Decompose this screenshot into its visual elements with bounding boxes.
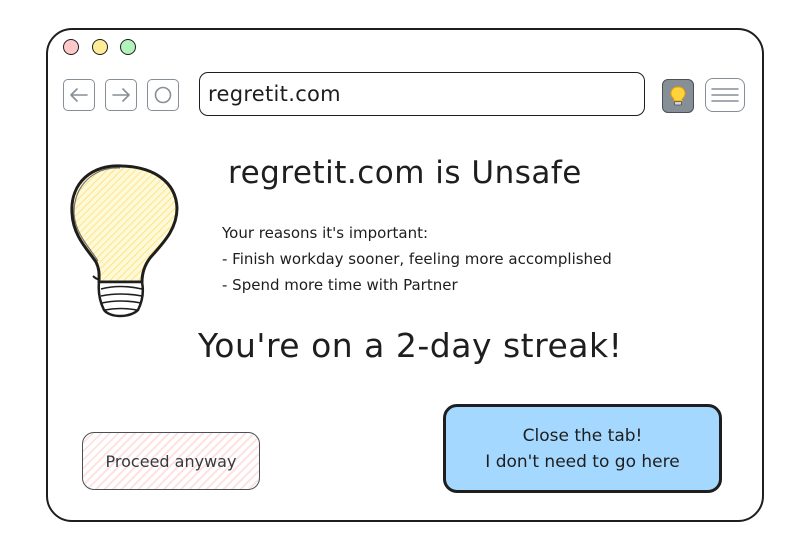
forward-button[interactable] (105, 79, 137, 111)
back-button[interactable] (63, 79, 95, 111)
arrow-right-icon (112, 88, 130, 102)
close-tab-label-line1: Close the tab! (522, 425, 643, 446)
reasons-heading: Your reasons it's important: (222, 224, 429, 242)
arrow-left-icon (70, 88, 88, 102)
window-close-dot[interactable] (63, 39, 79, 55)
reason-item: - Finish workday sooner, feeling more ac… (222, 250, 612, 268)
streak-message: You're on a 2-day streak! (198, 326, 623, 365)
window-maximize-dot[interactable] (120, 39, 136, 55)
lightbulb-icon (670, 86, 686, 106)
page-title: regretit.com is Unsafe (228, 155, 582, 191)
reasons-list: Your reasons it's important: - Finish wo… (222, 220, 612, 298)
extension-button[interactable] (662, 79, 694, 113)
hamburger-menu-icon (711, 88, 739, 102)
proceed-anyway-button[interactable]: Proceed anyway (82, 432, 260, 490)
close-tab-label-line2: I don't need to go here (485, 451, 680, 472)
reload-icon (154, 86, 172, 104)
url-bar[interactable]: regretit.com (199, 72, 645, 116)
reason-item: - Spend more time with Partner (222, 276, 458, 294)
lightbulb-illustration-icon (70, 164, 179, 318)
close-tab-button[interactable]: Close the tab! I don't need to go here (443, 404, 722, 493)
window-minimize-dot[interactable] (92, 39, 108, 55)
reload-button[interactable] (147, 79, 179, 111)
menu-button[interactable] (705, 78, 745, 112)
url-text: regretit.com (208, 82, 341, 106)
proceed-anyway-label: Proceed anyway (105, 451, 237, 471)
